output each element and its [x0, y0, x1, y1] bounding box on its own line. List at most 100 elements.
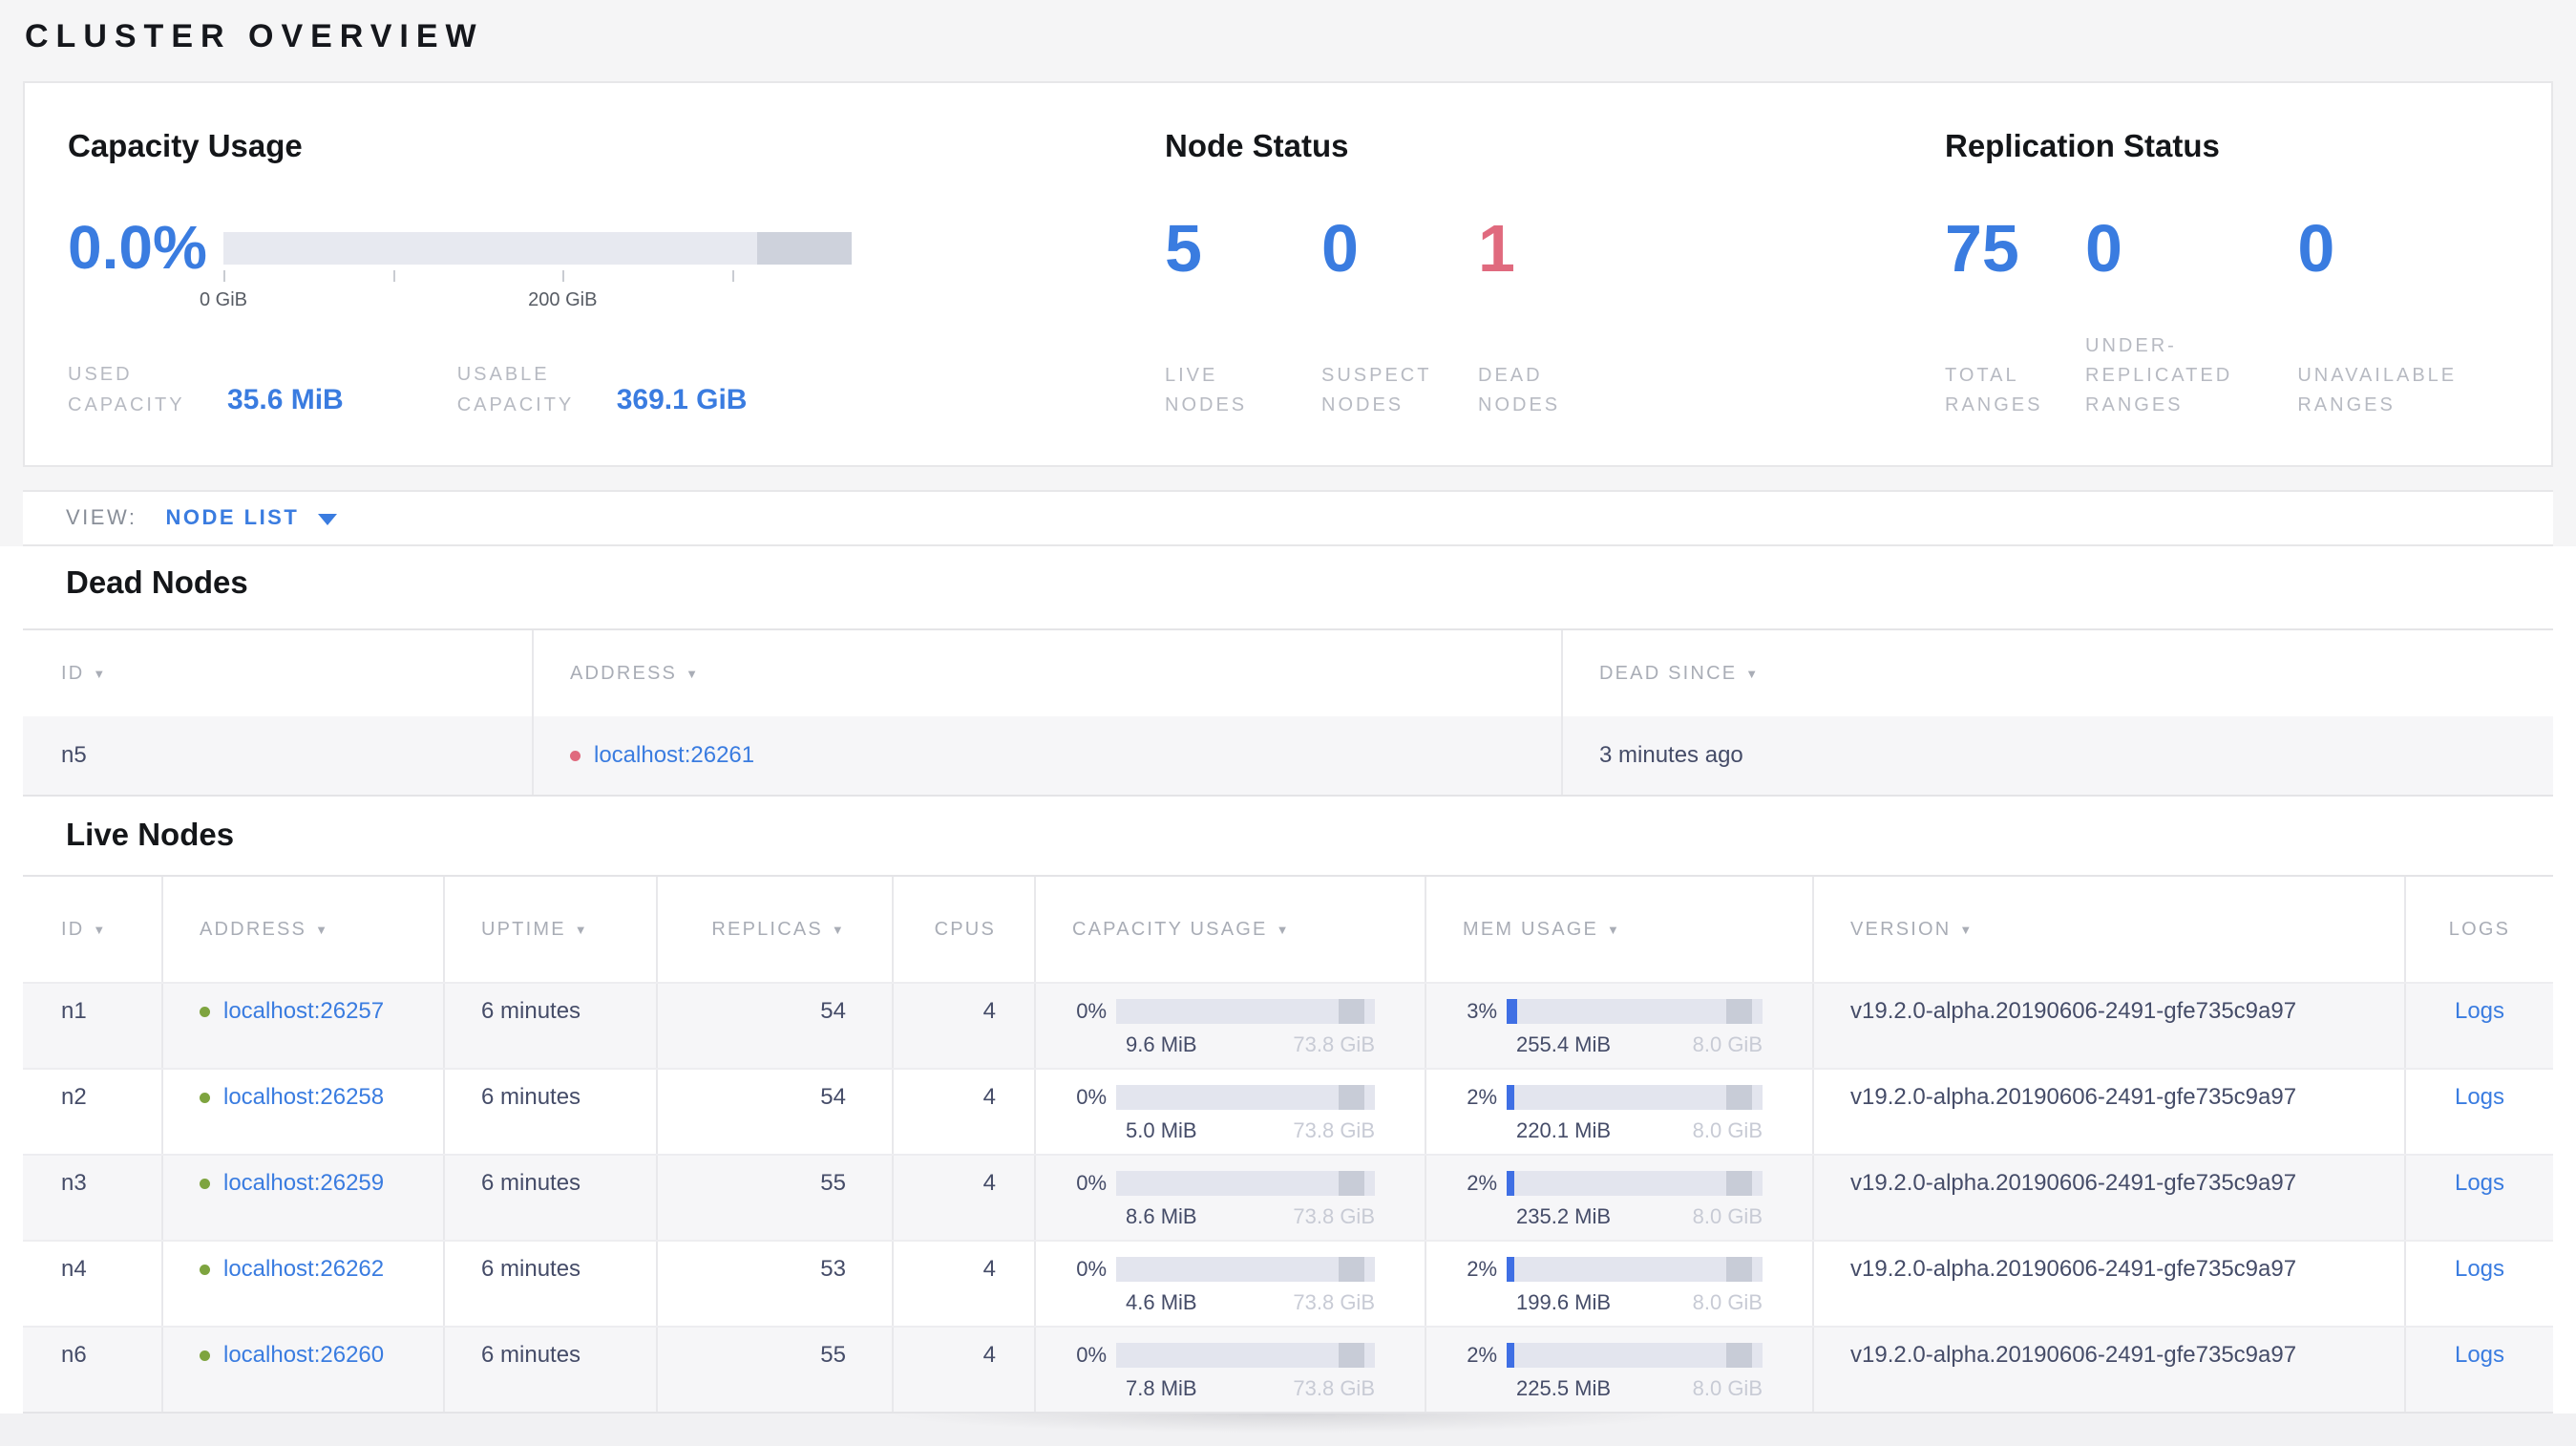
- cell-text: 6 minutes: [481, 1256, 581, 1282]
- address-link[interactable]: localhost:26260: [223, 1342, 384, 1369]
- column-header-capacity-usage[interactable]: CAPACITY USAGE ▼: [1036, 877, 1426, 982]
- node-id-cell: n5: [23, 716, 534, 795]
- capacity-usage-bar: 0 GiB 200 GiB: [200, 231, 852, 314]
- cell-text: v19.2.0-alpha.20190606-2491-gfe735c9a97: [1850, 1256, 2297, 1282]
- column-header-label: UPTIME: [481, 918, 566, 940]
- column-header-version[interactable]: VERSION ▼: [1814, 877, 2406, 982]
- version-cell: v19.2.0-alpha.20190606-2491-gfe735c9a97: [1814, 1156, 2406, 1240]
- live-node-dot-icon: [200, 1264, 210, 1275]
- memory-used-value: 255.4 MiB: [1516, 1032, 1612, 1056]
- address-cell: localhost:26257: [163, 984, 445, 1068]
- version-cell: v19.2.0-alpha.20190606-2491-gfe735c9a97: [1814, 984, 2406, 1068]
- live-nodes-table: ID ▼ ADDRESS ▼ UPTIME ▼ REPLICAS ▼ CPUS CAPACITY …: [23, 875, 2553, 1414]
- address-line: localhost:26259: [200, 1169, 384, 1198]
- capacity-bar-reserved-segment: [1339, 1343, 1365, 1368]
- capacity-usage-bar: [1116, 1171, 1375, 1196]
- uptime-cell: 6 minutes: [445, 984, 658, 1068]
- memory-total-value: 8.0 GiB: [1692, 1204, 1763, 1228]
- memory-usage-values: 255.4 MiB 8.0 GiB: [1516, 1032, 1763, 1057]
- memory-total-value: 8.0 GiB: [1692, 1376, 1763, 1400]
- address-link[interactable]: localhost:26259: [223, 1170, 384, 1197]
- column-header-uptime[interactable]: UPTIME ▼: [445, 877, 658, 982]
- used-capacity-stat: USED CAPACITY 35.6 MiB: [68, 359, 344, 420]
- capacity-axis-ticks: [223, 269, 852, 287]
- memory-used-value: 225.5 MiB: [1516, 1376, 1612, 1400]
- node-status-value: 1: [1478, 210, 1515, 286]
- logs-link[interactable]: Logs: [2455, 1256, 2504, 1283]
- logs-link[interactable]: Logs: [2455, 1342, 2504, 1369]
- cell-text: 54: [820, 1084, 846, 1110]
- cell-text: n4: [61, 1256, 87, 1282]
- column-header-label: DEAD SINCE: [1599, 662, 1738, 684]
- capacity-used-value: 8.6 MiB: [1126, 1204, 1197, 1228]
- sort-caret-icon: ▼: [1607, 922, 1622, 937]
- column-header-mem-usage[interactable]: MEM USAGE ▼: [1426, 877, 1814, 982]
- address-line: localhost:26257: [200, 997, 384, 1026]
- column-header-address[interactable]: ADDRESS ▼: [534, 630, 1563, 716]
- replication-status-heading: Replication Status: [1945, 127, 2220, 163]
- capacity-total-value: 73.8 GiB: [1293, 1204, 1375, 1228]
- cell-text: 6 minutes: [481, 1084, 581, 1110]
- sort-caret-icon: ▼: [831, 922, 846, 937]
- memory-usage-values: 220.1 MiB 8.0 GiB: [1516, 1118, 1763, 1143]
- cpus-cell: 4: [894, 1156, 1036, 1240]
- memory-used-value: 199.6 MiB: [1516, 1290, 1612, 1314]
- used-capacity-value: 35.6 MiB: [227, 383, 344, 415]
- column-header-label: ADDRESS: [570, 662, 678, 684]
- capacity-usage-percent: 0%: [1076, 1343, 1107, 1367]
- address-link[interactable]: localhost:26258: [223, 1084, 384, 1111]
- column-header-id[interactable]: ID ▼: [23, 630, 534, 716]
- node-status-section: Node Status 5 LIVE NODES 0 SUSPECT NODES 1 DE…: [1165, 127, 1945, 419]
- dead-node-dot-icon: [570, 750, 581, 761]
- column-header-label: ID: [61, 918, 85, 940]
- logs-cell: Logs: [2406, 1156, 2553, 1240]
- view-label: VIEW:: [66, 505, 137, 530]
- memory-bar-fill: [1507, 999, 1517, 1024]
- uptime-cell: 6 minutes: [445, 1156, 658, 1240]
- sort-caret-icon: ▼: [1745, 666, 1761, 681]
- column-header-label: LOGS: [2448, 918, 2511, 940]
- cell-text: n6: [61, 1342, 87, 1368]
- node-status-label: LIVE NODES: [1165, 364, 1248, 415]
- logs-line: Logs: [2455, 997, 2504, 1026]
- column-header-address[interactable]: ADDRESS ▼: [163, 877, 445, 982]
- node-status-value: 0: [1321, 210, 1359, 286]
- address-line: localhost:26260: [200, 1341, 384, 1370]
- capacity-usage-bar: [1116, 1343, 1375, 1368]
- logs-line: Logs: [2455, 1169, 2504, 1198]
- column-header-id[interactable]: ID ▼: [23, 877, 163, 982]
- node-status-value: 5: [1165, 210, 1202, 286]
- live-nodes-heading: Live Nodes: [66, 817, 235, 852]
- view-dropdown[interactable]: NODE LIST: [165, 505, 338, 530]
- live-nodes-header-row: ID ▼ ADDRESS ▼ UPTIME ▼ REPLICAS ▼ CPUS CAPACITY …: [23, 877, 2553, 982]
- memory-usage-percent: 2%: [1467, 1085, 1497, 1109]
- logs-link[interactable]: Logs: [2455, 1170, 2504, 1197]
- memory-usage-bar: [1507, 1257, 1763, 1282]
- uptime-cell: 6 minutes: [445, 1070, 658, 1154]
- replicas-cell: 55: [658, 1156, 894, 1240]
- memory-usage-values: 235.2 MiB 8.0 GiB: [1516, 1204, 1763, 1229]
- sort-caret-icon: ▼: [1276, 922, 1291, 937]
- capacity-used-value: 5.0 MiB: [1126, 1118, 1197, 1142]
- capacity-used-value: 4.6 MiB: [1126, 1290, 1197, 1314]
- dead-since-cell: 3 minutes ago: [1563, 716, 2553, 795]
- replication-value: 0: [2085, 210, 2122, 286]
- node-id-cell: n4: [23, 1242, 163, 1326]
- column-header-dead-since[interactable]: DEAD SINCE ▼: [1563, 630, 2553, 716]
- cluster-overview-page: CLUSTER OVERVIEW Capacity Usage 0.0% 0 G…: [0, 0, 2576, 1446]
- node-id-cell: n1: [23, 984, 163, 1068]
- cell-text: 4: [982, 1342, 996, 1368]
- address-link[interactable]: localhost:26261: [594, 742, 754, 769]
- column-header-replicas[interactable]: REPLICAS ▼: [658, 877, 894, 982]
- address-link[interactable]: localhost:26257: [223, 998, 384, 1025]
- cpus-cell: 4: [894, 1242, 1036, 1326]
- logs-link[interactable]: Logs: [2455, 998, 2504, 1025]
- replicas-cell: 55: [658, 1328, 894, 1412]
- memory-bar-reserved-segment: [1726, 999, 1753, 1024]
- page-title: CLUSTER OVERVIEW: [25, 18, 484, 54]
- logs-link[interactable]: Logs: [2455, 1084, 2504, 1111]
- capacity-usage-body: 0.0% 0 GiB 200 GiB USED CAPACITY 35.6 Mi…: [68, 212, 1165, 420]
- address-link[interactable]: localhost:26262: [223, 1256, 384, 1283]
- dead-nodes-heading: Dead Nodes: [66, 564, 248, 600]
- capacity-usage-section: Capacity Usage 0.0% 0 GiB 200 GiB USED C…: [68, 127, 1165, 419]
